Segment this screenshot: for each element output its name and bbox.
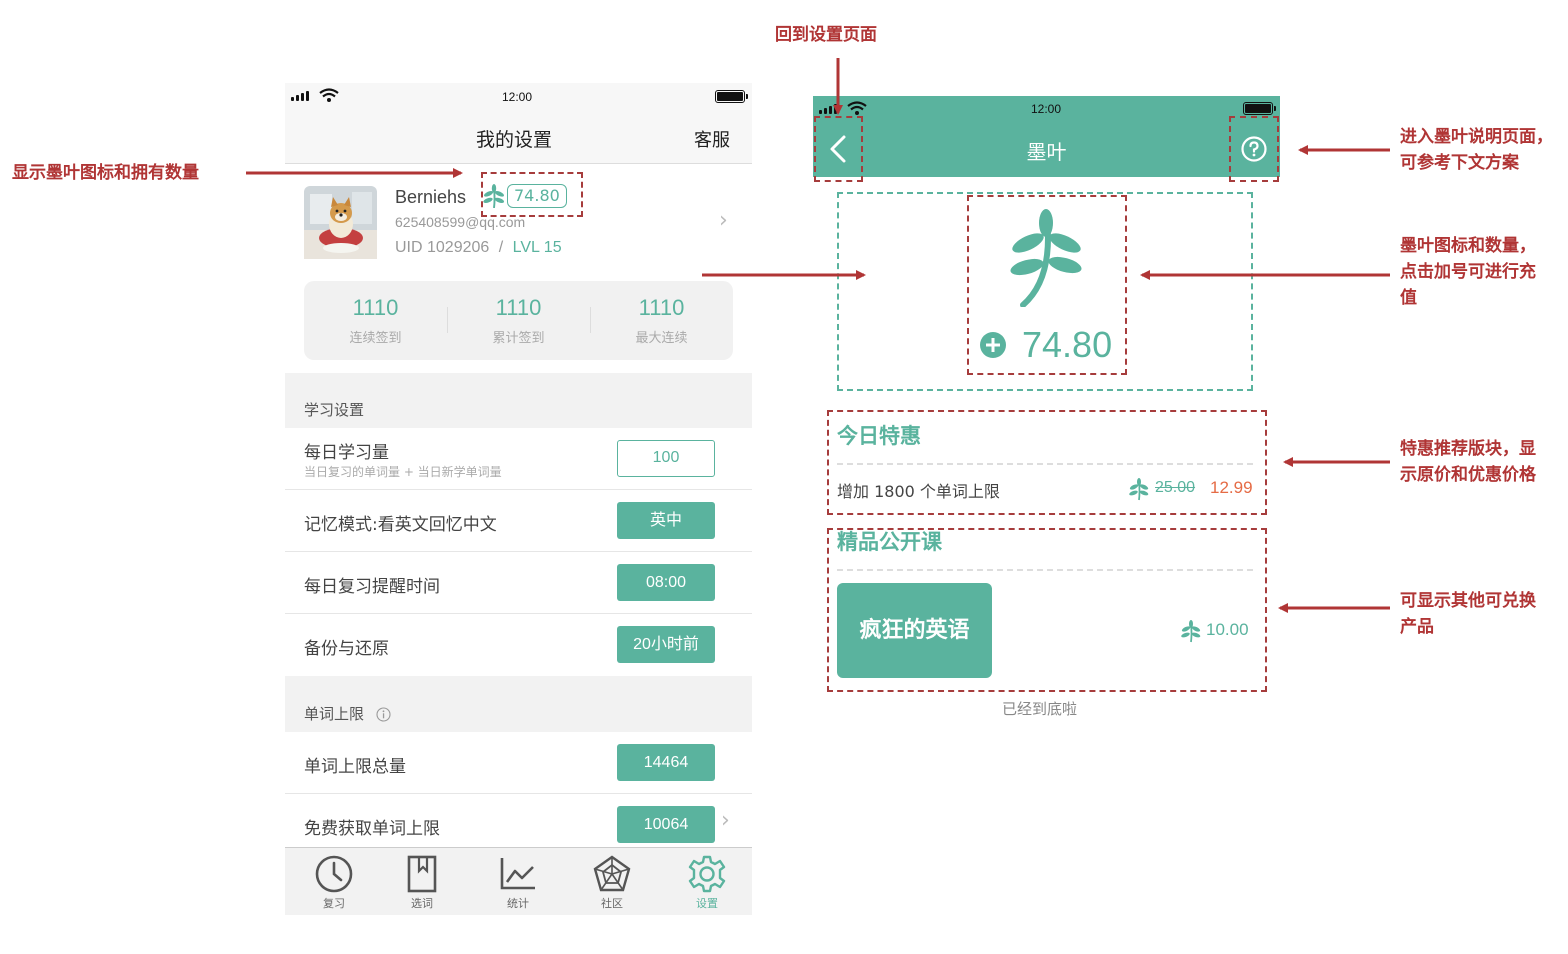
note-deal-block: 特惠推荐版块，显 示原价和优惠价格 [1400,436,1536,488]
annotation-arrows [246,58,1390,613]
note-line: 点击加号可进行充 [1400,262,1536,282]
note-line: 值 [1400,288,1417,308]
note-line: 可参考下文方案 [1400,153,1519,173]
note-back-to-settings: 回到设置页面 [775,25,877,45]
note-line: 产品 [1400,617,1434,637]
note-line: 墨叶图标和数量， [1400,236,1536,256]
note-other-products: 可显示其他可兑换 产品 [1400,588,1536,640]
note-help-page: 进入墨叶说明页面， 可参考下文方案 [1400,124,1553,176]
note-show-leaf: 显示墨叶图标和拥有数量 [12,163,199,183]
note-line: 可显示其他可兑换 [1400,591,1536,611]
note-line: 特惠推荐版块，显 [1400,439,1536,459]
note-line: 示原价和优惠价格 [1400,465,1536,485]
note-leaf-amount: 墨叶图标和数量， 点击加号可进行充 值 [1400,233,1536,311]
note-line: 进入墨叶说明页面， [1400,127,1553,147]
